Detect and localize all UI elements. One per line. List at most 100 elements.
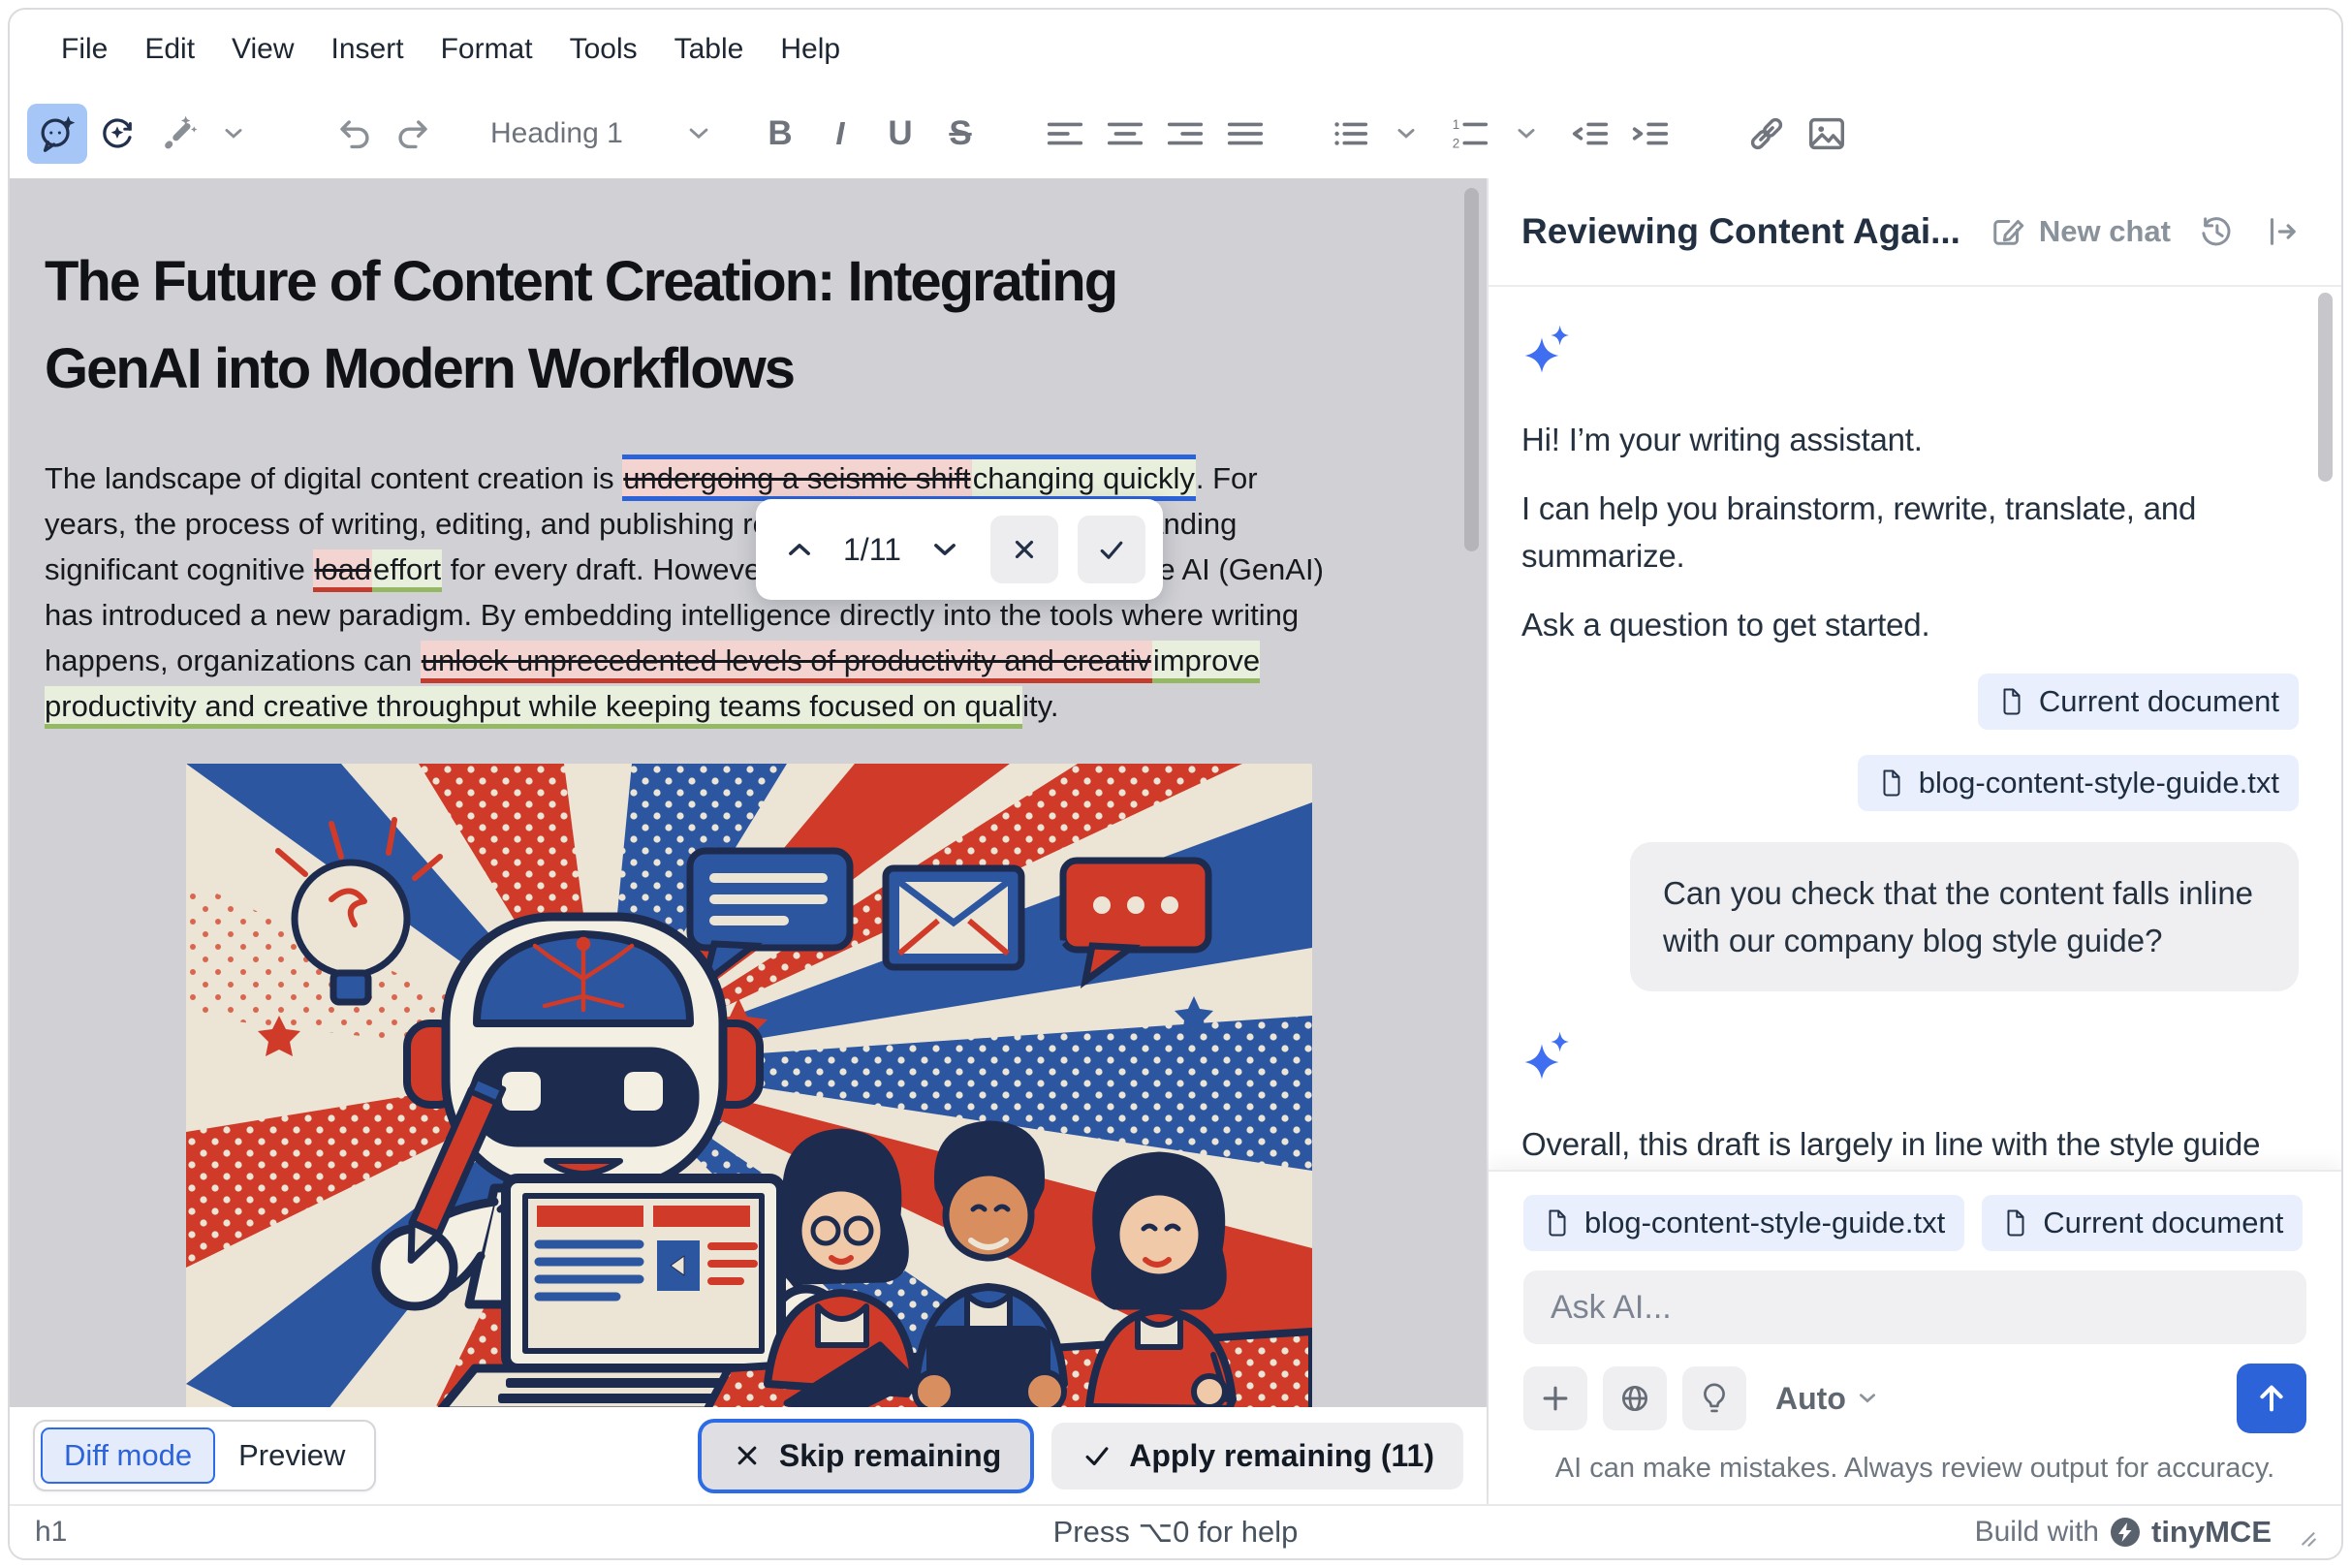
image-icon <box>1804 111 1849 156</box>
align-center-button[interactable] <box>1095 104 1155 164</box>
justify-button[interactable] <box>1215 104 1275 164</box>
chat-scrollbar[interactable] <box>2318 293 2333 482</box>
view-mode-toggle: Diff mode Preview <box>33 1420 376 1491</box>
skip-remaining-button[interactable]: Skip remaining <box>702 1423 1030 1490</box>
new-chat-label: New chat <box>2039 214 2171 249</box>
assistant-message: Hi! I’m your writing assistant. <box>1521 416 2299 463</box>
resize-grip-icon[interactable] <box>2287 1518 2316 1547</box>
composer-chip-current-document[interactable]: Current document <box>1982 1195 2303 1251</box>
svg-text:2: 2 <box>1453 136 1459 150</box>
paragraph-text[interactable]: ity. <box>1022 689 1058 723</box>
bullet-list-icon <box>1328 111 1372 156</box>
mode-select[interactable]: Auto <box>1775 1381 1883 1417</box>
menu-table[interactable]: Table <box>656 23 763 76</box>
menu-help[interactable]: Help <box>762 23 859 76</box>
document-illustration[interactable] <box>186 764 1312 1407</box>
chat-history[interactable]: Hi! I’m your writing assistant. I can he… <box>1489 287 2341 1170</box>
next-change-button[interactable] <box>919 523 971 576</box>
assistant-message: I can help you brainstorm, rewrite, tran… <box>1521 485 2299 580</box>
new-chat-button[interactable]: New chat <box>1981 205 2177 258</box>
menu-file[interactable]: File <box>43 23 126 76</box>
chevron-down-icon <box>1390 117 1423 150</box>
document-canvas[interactable]: The Future of Content Creation: Integrat… <box>10 178 1487 1407</box>
image-button[interactable] <box>1797 104 1857 164</box>
bullet-list-button[interactable] <box>1320 104 1380 164</box>
close-icon <box>731 1439 764 1472</box>
panel-close-icon <box>2262 211 2303 252</box>
magic-wand-dropdown[interactable] <box>207 104 267 164</box>
reject-change-button[interactable] <box>990 516 1058 583</box>
magic-wand-button[interactable] <box>147 104 207 164</box>
menu-view[interactable]: View <box>213 23 312 76</box>
outdent-button[interactable] <box>1560 104 1620 164</box>
editor-scrollbar[interactable] <box>1464 188 1479 551</box>
ai-review-button[interactable] <box>87 104 147 164</box>
ai-chat-icon <box>35 111 79 156</box>
tracked-insertion-selected[interactable]: changing quickly <box>972 455 1196 501</box>
bullet-list-dropdown[interactable] <box>1380 104 1440 164</box>
previous-change-button[interactable] <box>773 523 826 576</box>
undo-button[interactable] <box>324 104 384 164</box>
menu-tools[interactable]: Tools <box>551 23 656 76</box>
web-search-button[interactable] <box>1603 1366 1667 1430</box>
document-icon <box>1543 1208 1572 1238</box>
ai-assistant-button[interactable] <box>27 104 87 164</box>
justify-icon <box>1223 111 1268 156</box>
attachment-chip-current-document[interactable]: Current document <box>1978 674 2299 730</box>
menu-format[interactable]: Format <box>423 23 551 76</box>
undo-icon <box>331 111 376 156</box>
redo-button[interactable] <box>384 104 444 164</box>
ideas-button[interactable] <box>1682 1366 1746 1430</box>
send-arrow-icon <box>2251 1378 2292 1419</box>
numbered-list-dropdown[interactable] <box>1500 104 1560 164</box>
menu-edit[interactable]: Edit <box>126 23 213 76</box>
attachment-chip-style-guide[interactable]: blog-content-style-guide.txt <box>1858 755 2299 811</box>
underline-button[interactable]: U <box>870 104 930 164</box>
editor-footer: Diff mode Preview Skip remaining Apply r… <box>10 1407 1487 1504</box>
composer-chip-style-guide[interactable]: blog-content-style-guide.txt <box>1523 1195 1964 1251</box>
ask-ai-input[interactable] <box>1551 1289 2279 1327</box>
conversation-title: Reviewing Content Agai... <box>1521 211 1967 252</box>
tracked-deletion[interactable]: load <box>313 549 372 592</box>
indent-button[interactable] <box>1620 104 1680 164</box>
align-left-button[interactable] <box>1035 104 1095 164</box>
brand-label[interactable]: tinyMCE <box>2151 1515 2272 1550</box>
apply-remaining-button[interactable]: Apply remaining (11) <box>1051 1423 1463 1490</box>
bold-button[interactable]: B <box>750 104 810 164</box>
ai-review-icon <box>95 111 140 156</box>
document-body[interactable]: The Future of Content Creation: Integrat… <box>45 238 1363 1407</box>
status-bar: Press ⌥0 for help h1 Build with tinyMCE <box>10 1504 2341 1558</box>
italic-button[interactable]: I <box>810 104 870 164</box>
chevron-down-icon <box>925 530 964 569</box>
tracked-deletion-selected[interactable]: undergoing a seismic shift <box>622 455 971 501</box>
block-format-value: Heading 1 <box>490 117 623 150</box>
numbered-list-icon: 1 2 <box>1448 111 1492 156</box>
chevron-down-icon <box>217 117 250 150</box>
assistant-reply: Overall, this draft is largely in line w… <box>1521 1120 2299 1170</box>
composer: blog-content-style-guide.txt Current doc… <box>1489 1170 2341 1504</box>
block-format-select[interactable]: Heading 1 <box>483 115 725 152</box>
close-panel-button[interactable] <box>2256 205 2308 258</box>
document-title[interactable]: The Future of Content Creation: Integrat… <box>45 238 1363 413</box>
align-right-button[interactable] <box>1155 104 1215 164</box>
link-button[interactable] <box>1737 104 1797 164</box>
add-attachment-button[interactable] <box>1523 1366 1587 1430</box>
diff-mode-button[interactable]: Diff mode <box>41 1427 215 1484</box>
ask-ai-inputbox[interactable] <box>1523 1270 2306 1344</box>
magic-wand-icon <box>155 111 200 156</box>
tracked-insertion[interactable]: effort <box>372 549 442 592</box>
accept-change-button[interactable] <box>1078 516 1145 583</box>
history-button[interactable] <box>2190 205 2242 258</box>
send-button[interactable] <box>2237 1364 2306 1433</box>
numbered-list-button[interactable]: 1 2 <box>1440 104 1500 164</box>
paragraph-text[interactable]: The landscape of digital content creatio… <box>45 461 622 495</box>
menu-insert[interactable]: Insert <box>313 23 423 76</box>
check-icon <box>1081 1439 1113 1472</box>
preview-button[interactable]: Preview <box>215 1429 368 1482</box>
strikethrough-button[interactable]: S <box>930 104 990 164</box>
tracked-deletion[interactable]: unlock unprecedented levels of productiv… <box>421 641 1152 683</box>
editor-pane: The Future of Content Creation: Integrat… <box>10 178 1487 1504</box>
close-icon <box>1007 532 1042 567</box>
tinymce-logo-icon <box>2109 1516 2142 1549</box>
chevron-down-icon <box>1852 1383 1883 1414</box>
